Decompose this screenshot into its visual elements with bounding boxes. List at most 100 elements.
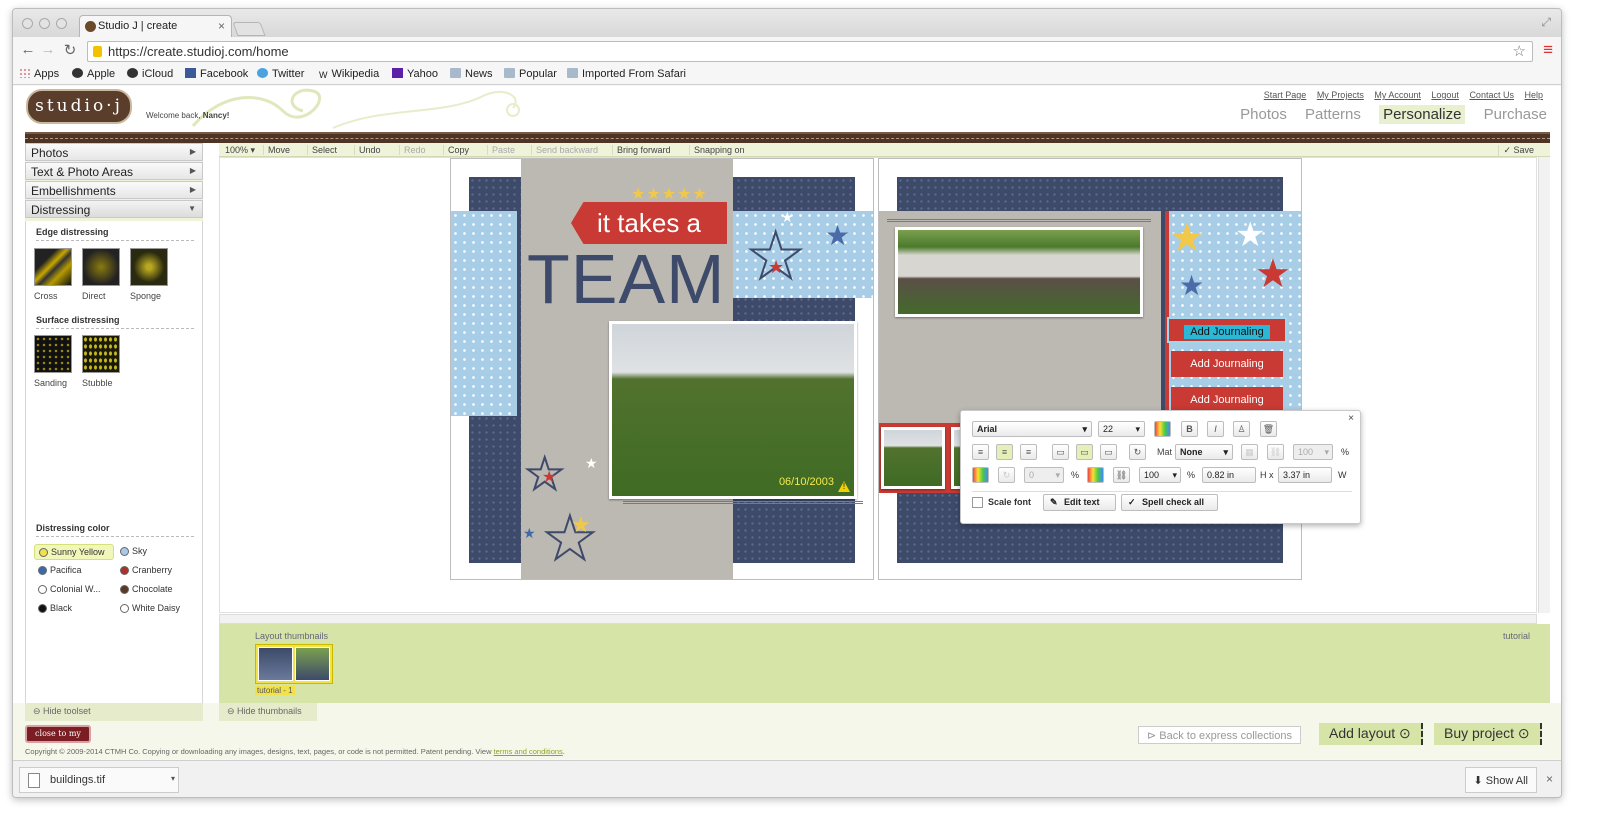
new-tab-button[interactable] [232,22,266,36]
browser-tab[interactable]: Studio J | create × [79,15,232,37]
paste-button[interactable]: Paste [487,145,515,155]
team-title[interactable]: TEAM [527,239,725,319]
my-account-link[interactable]: My Account [1374,90,1421,100]
valign-middle-button[interactable]: ▭ [1076,444,1093,460]
menu-icon[interactable]: ≡ [1543,40,1553,60]
align-right-button[interactable]: ≡ [1020,444,1037,460]
shadow-icon[interactable]: ♙ [1233,421,1250,437]
start-page-link[interactable]: Start Page [1264,90,1307,100]
color-colonial-white[interactable]: Colonial W... [34,582,101,598]
align-left-button[interactable]: ≡ [972,444,989,460]
left-page[interactable]: it takes a TEAM ★★★★★ ★ ★ ★ ★ 06/10/2003… [450,158,874,580]
bookmark-icloud[interactable]: iCloud [127,68,173,80]
show-all-button[interactable]: ⬇ Show All [1464,767,1537,793]
send-backward-button[interactable]: Send backward [531,145,598,155]
undo-button[interactable]: Undo [354,145,381,155]
vertical-scrollbar[interactable] [1538,157,1550,613]
select-tool[interactable]: Select [307,145,337,155]
height-input[interactable] [1202,467,1256,483]
my-projects-link[interactable]: My Projects [1317,90,1364,100]
add-layout-button[interactable]: Add layout ⊙ [1319,723,1423,745]
color-cranberry[interactable]: Cranberry [116,563,172,579]
valign-top-button[interactable]: ▭ [1052,444,1069,460]
close-to-my-heart-logo[interactable]: close to my heart [25,725,91,752]
copy-button[interactable]: Copy [443,145,469,155]
mat-link-icon[interactable]: ⛓ [1267,444,1284,460]
minimize-window-button[interactable] [39,18,50,29]
border-color-icon[interactable] [1087,467,1104,483]
edit-text-button[interactable]: ✎ Edit text [1043,494,1116,511]
bookmark-apple[interactable]: Apple [72,68,115,80]
accordion-text-photo-areas[interactable]: Text & Photo Areas ▶ [25,162,203,180]
scale-font-checkbox[interactable] [972,497,983,508]
nav-purchase[interactable]: Purchase [1484,106,1547,123]
bold-button[interactable]: B [1181,421,1198,437]
mat-pattern-icon[interactable]: ▦ [1241,444,1258,460]
bookmark-apps[interactable]: Apps [19,68,59,80]
layout-thumbnail[interactable] [255,644,333,684]
journaling-box-1[interactable]: Add Journaling [1167,317,1287,343]
reload-icon[interactable]: ↻ [61,41,79,59]
snapping-toggle[interactable]: Snapping on [689,145,745,155]
italic-button[interactable]: I [1207,421,1224,437]
zoom-select[interactable]: 100% ▾ [221,145,255,156]
redo-button[interactable]: Redo [399,145,426,155]
bring-forward-button[interactable]: Bring forward [612,145,671,155]
close-icon[interactable]: × [1348,413,1354,424]
align-center-button[interactable]: ≡ [996,444,1013,460]
close-window-button[interactable] [22,18,33,29]
close-tab-icon[interactable]: × [218,19,225,33]
color-sunny-yellow[interactable]: Sunny Yellow [34,544,114,560]
fill-color-icon[interactable] [972,467,989,483]
surface-stubble-swatch[interactable] [82,335,120,373]
save-button[interactable]: ✓ Save [1498,145,1534,156]
mat-opacity-select[interactable]: 100 ▾ [1293,444,1333,460]
journaling-box-2[interactable]: Add Journaling [1171,351,1283,377]
edge-direct-swatch[interactable] [82,248,120,286]
accordion-distressing[interactable]: Distressing ▼ [25,200,203,218]
trash-icon[interactable]: 🗑 [1260,421,1277,437]
hide-thumbnails-button[interactable]: ⊖ Hide thumbnails [219,703,317,721]
opacity-select[interactable]: 0 ▾ [1024,467,1064,483]
download-item[interactable]: buildings.tif ▾ [19,767,179,793]
buy-project-button[interactable]: Buy project ⊙ [1434,723,1542,745]
color-sky[interactable]: Sky [116,544,147,560]
bookmark-news[interactable]: News [450,68,493,80]
title-banner[interactable]: it takes a [571,202,727,244]
strip-photo-1[interactable] [881,427,945,489]
back-icon[interactable]: ← [19,41,37,58]
accordion-embellishments[interactable]: Embellishments ▶ [25,181,203,199]
font-size-select[interactable]: 22 ▾ [1098,421,1145,437]
spell-check-button[interactable]: ✓ Spell check all [1121,494,1218,511]
bookmark-star-icon[interactable]: ☆ [1513,42,1526,60]
contact-us-link[interactable]: Contact Us [1469,90,1514,100]
horizontal-scrollbar[interactable] [219,614,1537,624]
bookmark-facebook[interactable]: Facebook [185,68,248,80]
rotate-icon[interactable]: ↻ [1129,444,1146,460]
move-tool[interactable]: Move [263,145,290,155]
close-download-bar-icon[interactable]: × [1546,772,1553,786]
logout-link[interactable]: Logout [1431,90,1459,100]
bookmark-wikipedia[interactable]: W Wikipedia [319,68,379,80]
bookmark-imported[interactable]: Imported From Safari [567,68,686,80]
scale-select[interactable]: 100 ▾ [1139,467,1181,483]
mat-select[interactable]: None ▾ [1175,444,1233,460]
team-photo[interactable]: 06/10/2003 ! [609,321,857,499]
terms-link[interactable]: terms and conditions [494,747,563,756]
chevron-down-icon[interactable]: ▾ [171,774,175,783]
valign-bottom-button[interactable]: ▭ [1100,444,1117,460]
font-select[interactable]: Arial ▾ [972,421,1092,437]
text-color-icon[interactable] [1154,421,1171,437]
color-pacifica[interactable]: Pacifica [34,563,82,579]
color-black[interactable]: Black [34,601,72,617]
studio-j-logo[interactable]: studio·j [26,89,132,124]
hide-toolset-button[interactable]: ⊖ Hide toolset [25,703,203,721]
color-white-daisy[interactable]: White Daisy [116,601,180,617]
bookmark-popular[interactable]: Popular [504,68,557,80]
layout-canvas[interactable]: it takes a TEAM ★★★★★ ★ ★ ★ ★ 06/10/2003… [219,157,1537,613]
building-photo[interactable] [895,227,1143,317]
forward-icon[interactable]: → [39,41,57,58]
nav-patterns[interactable]: Patterns [1305,106,1361,123]
url-input[interactable]: https://create.studioj.com/home ☆ [87,41,1533,62]
link-icon[interactable]: ⛓ [1113,467,1130,483]
